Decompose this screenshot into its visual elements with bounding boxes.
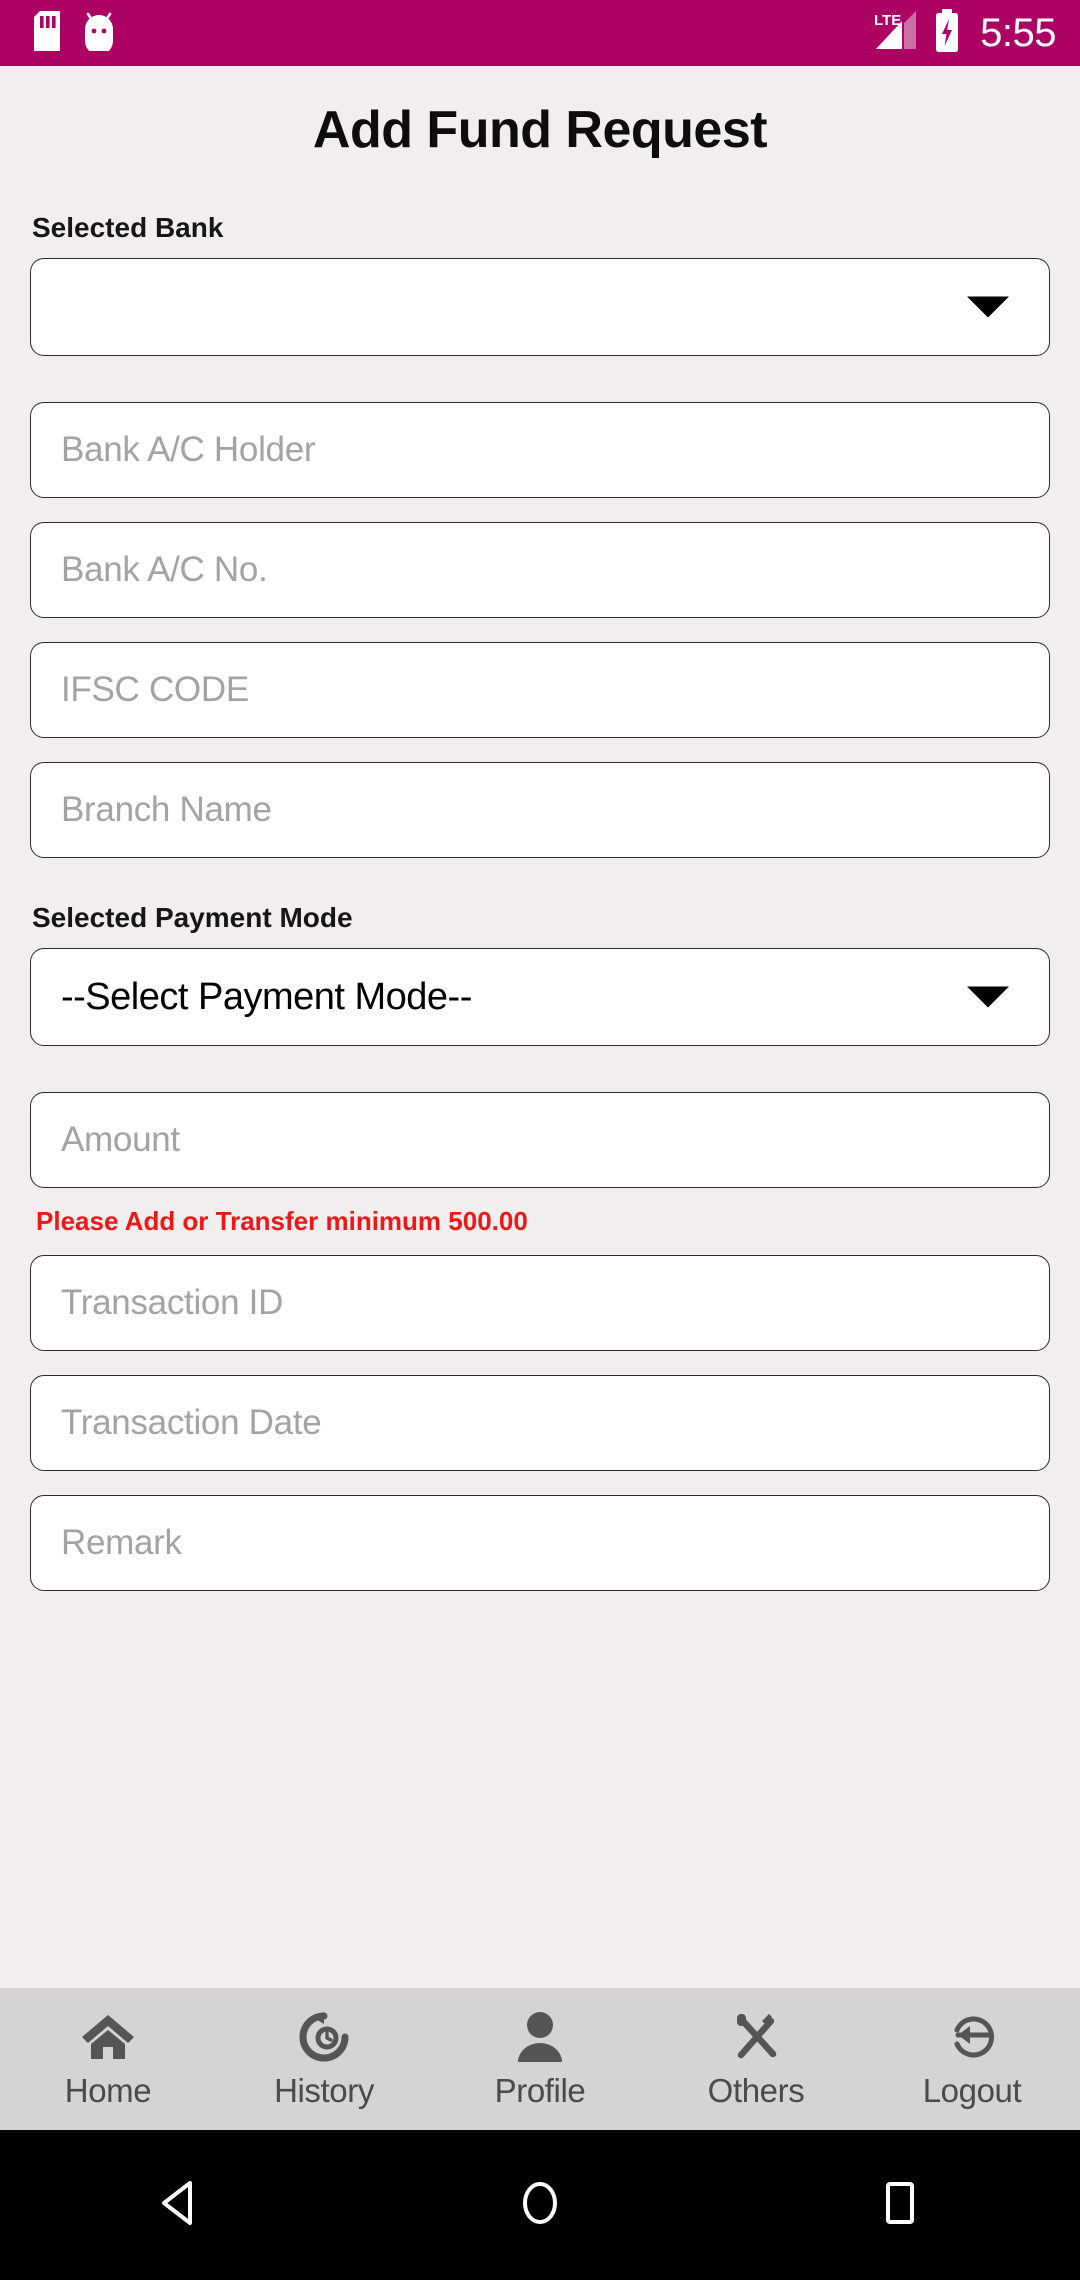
status-bar-right-icons: LTE 5:55 <box>872 8 1056 58</box>
bank-ac-holder-placeholder: Bank A/C Holder <box>61 430 316 469</box>
app-screen: LTE 5:55 Add Fund Request Selected Bank <box>0 0 1080 2280</box>
back-triangle-icon <box>150 2173 210 2238</box>
ifsc-code-placeholder: IFSC CODE <box>61 670 249 709</box>
amount-validation-message: Please Add or Transfer minimum 500.00 <box>36 1206 528 1236</box>
ifsc-code-field[interactable]: IFSC CODE <box>30 642 1050 738</box>
transaction-date-field[interactable]: Transaction Date <box>30 1375 1050 1471</box>
transaction-id-field[interactable]: Transaction ID <box>30 1255 1050 1351</box>
android-system-nav <box>0 2130 1080 2280</box>
logout-icon <box>944 2008 1000 2066</box>
selected-bank-label: Selected Bank <box>32 212 224 243</box>
tools-icon <box>729 2008 783 2066</box>
tab-logout[interactable]: Logout <box>864 2008 1080 2110</box>
battery-charging-icon <box>934 8 960 58</box>
tab-home[interactable]: Home <box>0 2008 216 2110</box>
form-scroll-area[interactable]: Add Fund Request Selected Bank Bank A/C … <box>0 66 1080 2280</box>
lte-signal-icon: LTE <box>872 9 920 58</box>
person-icon <box>516 2008 564 2066</box>
remark-placeholder: Remark <box>61 1523 182 1562</box>
transaction-id-placeholder: Transaction ID <box>61 1283 284 1322</box>
amount-placeholder: Amount <box>61 1120 180 1159</box>
transaction-date-placeholder: Transaction Date <box>61 1403 322 1442</box>
tab-others-label: Others <box>707 2072 805 2109</box>
selected-bank-dropdown[interactable] <box>30 258 1050 356</box>
chevron-down-icon <box>967 986 1009 1008</box>
tab-profile[interactable]: Profile <box>432 2008 648 2110</box>
page-title: Add Fund Request <box>312 101 768 159</box>
status-bar-clock: 5:55 <box>980 11 1056 55</box>
home-circle-icon <box>510 2173 570 2238</box>
branch-name-placeholder: Branch Name <box>61 790 272 829</box>
home-icon <box>80 2008 136 2066</box>
selected-payment-mode-label: Selected Payment Mode <box>32 902 353 933</box>
nav-recents-button[interactable] <box>720 2173 1080 2238</box>
status-bar: LTE 5:55 <box>0 0 1080 66</box>
nav-back-button[interactable] <box>0 2173 360 2238</box>
android-robot-icon <box>82 11 116 56</box>
tab-logout-label: Logout <box>922 2072 1022 2109</box>
sd-card-icon <box>34 10 60 56</box>
tab-others[interactable]: Others <box>648 2008 864 2110</box>
tab-profile-label: Profile <box>494 2072 586 2109</box>
bank-ac-no-placeholder: Bank A/C No. <box>61 550 268 589</box>
payment-mode-dropdown[interactable]: --Select Payment Mode-- <box>30 948 1050 1046</box>
recents-square-icon <box>870 2173 930 2238</box>
bank-ac-holder-field[interactable]: Bank A/C Holder <box>30 402 1050 498</box>
tab-history-label: History <box>274 2072 374 2109</box>
history-icon <box>297 2008 351 2066</box>
nav-home-button[interactable] <box>360 2173 720 2238</box>
payment-mode-value: --Select Payment Mode-- <box>61 975 472 1018</box>
bank-ac-no-field[interactable]: Bank A/C No. <box>30 522 1050 618</box>
amount-field[interactable]: Amount <box>30 1092 1050 1188</box>
remark-field[interactable]: Remark <box>30 1495 1050 1591</box>
status-bar-left-icons <box>34 10 116 56</box>
chevron-down-icon <box>967 296 1009 318</box>
branch-name-field[interactable]: Branch Name <box>30 762 1050 858</box>
tab-home-label: Home <box>64 2072 152 2109</box>
tab-history[interactable]: History <box>216 2008 432 2110</box>
bottom-navigation-bar: Home History Profile Others Logout <box>0 1988 1080 2130</box>
